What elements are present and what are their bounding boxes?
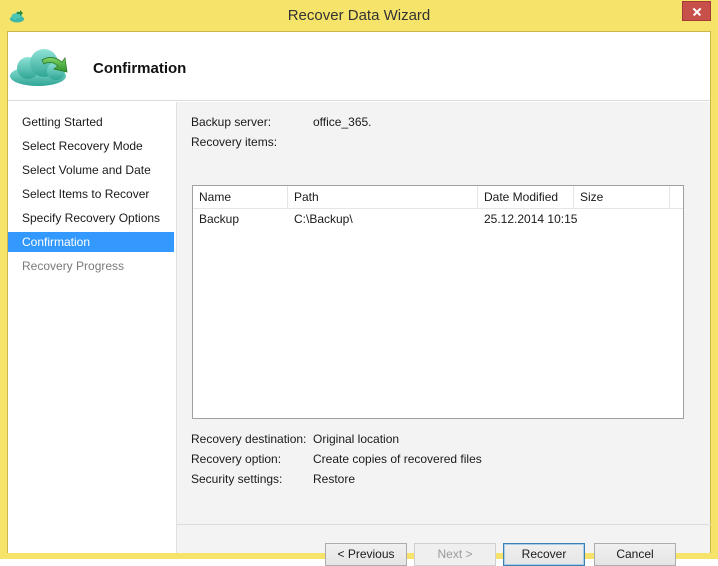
table-row[interactable]: Backup C:\Backup\ 25.12.2014 10:15 [193, 209, 683, 229]
step-recovery-progress: Recovery Progress [22, 259, 125, 273]
page-title: Confirmation [93, 60, 187, 77]
backup-server-value: office_365. [313, 115, 372, 129]
list-header: Name Path Date Modified Size [193, 186, 683, 209]
column-header-path[interactable]: Path [288, 186, 478, 209]
column-header-name[interactable]: Name [193, 186, 288, 209]
previous-button[interactable]: < Previous [325, 543, 407, 566]
wizard-client: Confirmation Getting Started Select Reco… [7, 31, 711, 566]
cell-path: C:\Backup\ [294, 212, 353, 226]
close-icon[interactable] [682, 1, 711, 21]
step-select-volume-and-date[interactable]: Select Volume and Date [8, 160, 174, 180]
recovery-option-label: Recovery option: [191, 452, 282, 466]
security-settings-label: Security settings: [191, 472, 283, 486]
cell-name: Backup [199, 212, 240, 226]
step-select-items-to-recover[interactable]: Select Items to Recover [8, 184, 174, 204]
column-header-date-modified[interactable]: Date Modified [478, 186, 574, 209]
next-button: Next > [414, 543, 496, 566]
step-specify-recovery-options[interactable]: Specify Recovery Options [8, 208, 174, 228]
wizard-content: Backup server: office_365. Recovery item… [176, 102, 711, 566]
cell-size [574, 209, 670, 229]
cell-date-modified: 25.12.2014 10:15 [484, 212, 578, 226]
step-getting-started[interactable]: Getting Started [8, 112, 174, 132]
cancel-button[interactable]: Cancel [594, 543, 676, 566]
recovery-option-value: Create copies of recovered files [313, 452, 482, 466]
recovery-destination-label: Recovery destination: [191, 432, 307, 446]
wizard-window: Recover Data Wizard Confirmation Getting… [0, 0, 718, 566]
security-settings-value: Restore [313, 472, 356, 486]
cloud-recover-icon [10, 49, 68, 86]
recovery-items-list[interactable]: Name Path Date Modified Size Backup C:\B… [192, 185, 684, 419]
column-header-size[interactable]: Size [574, 186, 670, 209]
title-bar[interactable]: Recover Data Wizard [0, 0, 718, 32]
recovery-destination-value: Original location [313, 432, 400, 446]
backup-server-label: Backup server: [191, 115, 272, 129]
wizard-steps-sidebar: Getting Started Select Recovery Mode Sel… [8, 102, 176, 553]
step-select-recovery-mode[interactable]: Select Recovery Mode [8, 136, 174, 156]
recovery-items-label: Recovery items: [191, 135, 278, 149]
window-title: Recover Data Wizard [287, 7, 431, 24]
recover-button[interactable]: Recover [503, 543, 585, 566]
footer-divider [177, 524, 711, 525]
step-confirmation[interactable]: Confirmation [8, 232, 174, 252]
wizard-header: Confirmation [8, 32, 710, 101]
